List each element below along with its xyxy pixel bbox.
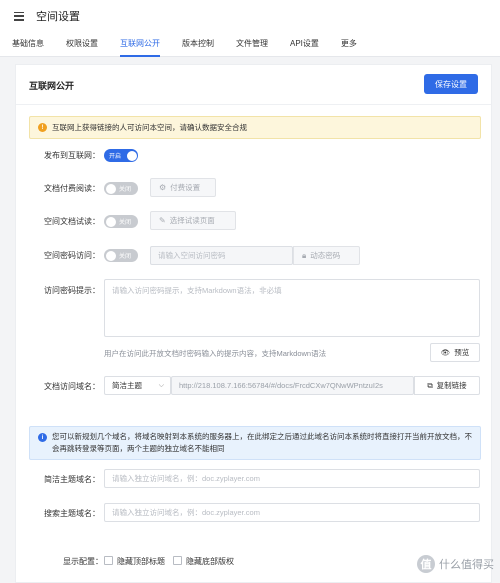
hide-top-title-label: 隐藏顶部标题 — [117, 557, 165, 566]
paid-read-toggle[interactable]: 关闭 — [104, 182, 138, 195]
info-text: 您可以新规划几个域名，将域名映射到本系统的服务器上，在此绑定之后通过此域名访问本… — [52, 432, 472, 453]
tab-internet-public[interactable]: 互联网公开 — [120, 38, 160, 57]
toggle-knob — [105, 183, 116, 194]
paid-settings-label: 付费设置 — [170, 183, 201, 192]
tab-permissions[interactable]: 权限设置 — [66, 38, 98, 56]
card-header: 互联网公开 保存设置 — [16, 65, 491, 105]
trial-read-toggle[interactable]: 关闭 — [104, 215, 138, 228]
tab-bar: 基础信息 权限设置 互联网公开 版本控制 文件管理 API设置 更多 — [0, 32, 500, 57]
copy-link-button[interactable]: ⧉ 复制链接 — [414, 376, 480, 395]
paid-settings-button[interactable]: ⚙ 付费设置 — [150, 178, 216, 197]
eye-icon: 👁︎ — [440, 348, 451, 357]
tab-version-control[interactable]: 版本控制 — [182, 38, 214, 56]
preview-label: 预览 — [454, 348, 470, 357]
password-toggle-text: 关闭 — [119, 254, 132, 260]
domain-label: 文档访问域名： — [44, 382, 100, 391]
simple-domain-label: 简洁主题域名： — [44, 475, 100, 484]
hide-bottom-copyright-label: 隐藏底部版权 — [186, 557, 234, 566]
tab-more[interactable]: 更多 — [341, 38, 357, 56]
search-domain-label: 搜索主题域名： — [44, 509, 100, 518]
theme-select[interactable]: 简洁主题 ⌵ — [104, 376, 171, 395]
simple-domain-input[interactable]: 请输入独立访问域名，例：doc.zyplayer.com — [104, 469, 480, 488]
dynamic-password-button[interactable]: 🔒︎ 动态密码 — [293, 246, 360, 265]
watermark: 值 什么值得买 — [417, 555, 494, 573]
tab-api-settings[interactable]: API设置 — [290, 38, 319, 56]
settings-card: 互联网公开 保存设置 ! 互联网上获得链接的人可访问本空间，请确认数据安全合规 … — [15, 64, 492, 583]
info-icon: i — [38, 433, 47, 442]
paid-read-toggle-text: 关闭 — [119, 187, 132, 193]
warning-icon: ! — [38, 123, 47, 132]
select-trial-pages-label: 选择试读页面 — [169, 216, 215, 225]
copy-link-label: 复制链接 — [436, 381, 467, 390]
menu-icon[interactable] — [14, 11, 24, 21]
copy-icon: ⧉ — [427, 380, 433, 390]
domain-url-input[interactable]: http://218.108.7.166:56784/#/docs/FrcdCX… — [171, 376, 414, 395]
trial-read-toggle-text: 关闭 — [119, 220, 132, 226]
password-hint-label: 访问密码提示： — [44, 286, 100, 295]
hide-top-title-checkbox[interactable] — [104, 556, 113, 565]
edit-icon: ✎ — [159, 216, 166, 225]
theme-select-value: 简洁主题 — [112, 381, 142, 390]
warning-alert: ! 互联网上获得链接的人可访问本空间，请确认数据安全合规 — [29, 116, 481, 139]
top-bar: 空间设置 — [0, 0, 500, 32]
toggle-knob — [105, 216, 116, 227]
publish-toggle[interactable]: 开启 — [104, 149, 138, 162]
tab-file-management[interactable]: 文件管理 — [236, 38, 268, 56]
gear-icon: ⚙ — [159, 183, 167, 192]
page-title: 空间设置 — [36, 11, 80, 23]
tab-basic-info[interactable]: 基础信息 — [12, 38, 44, 56]
hide-bottom-copyright-checkbox[interactable] — [173, 556, 182, 565]
paid-read-label: 文档付费阅读： — [44, 184, 100, 193]
watermark-text: 什么值得买 — [439, 559, 494, 571]
password-hint-help: 用户在访问此开放文档时密码输入的提示内容，支持Markdown语法 — [104, 349, 327, 358]
password-input[interactable]: 请输入空间访问密码 — [150, 246, 293, 265]
chevron-down-icon: ⌵ — [158, 382, 164, 389]
preview-button[interactable]: 👁︎ 预览 — [430, 343, 480, 362]
save-button[interactable]: 保存设置 — [424, 74, 478, 94]
password-toggle[interactable]: 关闭 — [104, 249, 138, 262]
publish-label: 发布到互联网： — [44, 151, 100, 160]
warning-text: 互联网上获得链接的人可访问本空间，请确认数据安全合规 — [52, 123, 247, 132]
password-hint-textarea[interactable]: 请输入访问密码提示，支持Markdown语法，非必填 — [104, 279, 480, 337]
toggle-knob — [126, 150, 137, 161]
toggle-knob — [105, 250, 116, 261]
password-label: 空间密码访问： — [44, 251, 100, 260]
display-label: 显示配置： — [63, 557, 103, 566]
dynamic-password-label: 动态密码 — [310, 251, 341, 260]
lock-icon: 🔒︎ — [302, 250, 307, 260]
search-domain-input[interactable]: 请输入独立访问域名，例：doc.zyplayer.com — [104, 503, 480, 522]
publish-toggle-text: 开启 — [109, 154, 122, 160]
info-alert: i 您可以新规划几个域名，将域名映射到本系统的服务器上，在此绑定之后通过此域名访… — [29, 426, 481, 460]
card-title: 互联网公开 — [29, 81, 75, 91]
trial-read-label: 空间文档试读： — [44, 217, 100, 226]
watermark-logo: 值 — [417, 555, 435, 573]
select-trial-pages-button[interactable]: ✎ 选择试读页面 — [150, 211, 236, 230]
